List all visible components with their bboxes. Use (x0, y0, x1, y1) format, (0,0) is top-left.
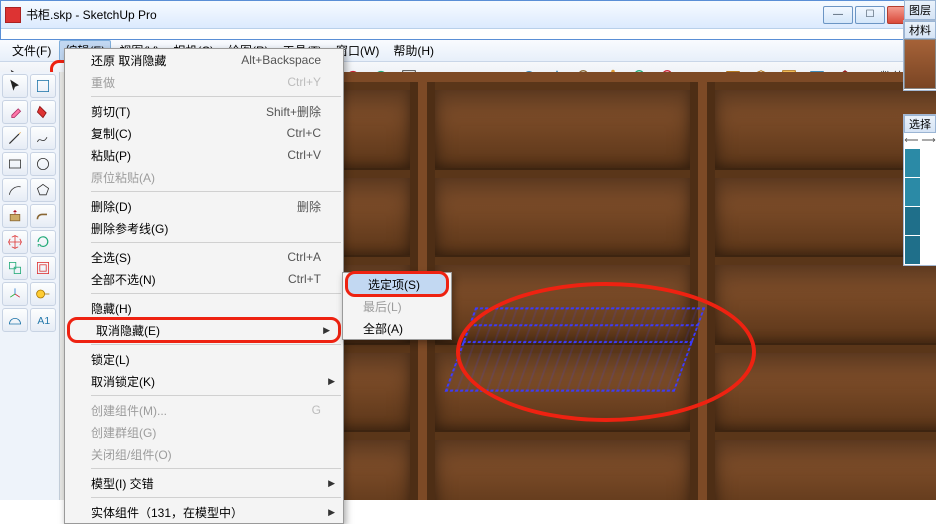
menu-copy[interactable]: 复制(C)Ctrl+C (65, 122, 343, 144)
menu-undo[interactable]: 还原 取消隐藏Alt+Backspace (65, 49, 343, 71)
pushpull-icon[interactable] (2, 204, 28, 228)
rect-icon[interactable] (2, 152, 28, 176)
annotation-ellipse (456, 282, 756, 422)
app-icon (5, 7, 21, 23)
dim-icon[interactable]: A1 (30, 308, 56, 332)
panel-materials[interactable]: 材料 (903, 20, 936, 91)
menu-delete-guides[interactable]: 删除参考线(G) (65, 217, 343, 239)
move-icon[interactable] (2, 230, 28, 254)
menu-make-component[interactable]: 创建组件(M)...G (65, 399, 343, 421)
maximize-button[interactable]: ☐ (855, 6, 885, 24)
freehand-icon[interactable] (30, 126, 56, 150)
arc-icon[interactable] (2, 178, 28, 202)
menu-lock[interactable]: 锁定(L) (65, 348, 343, 370)
edit-menu-dropdown: 还原 取消隐藏Alt+Backspace 重做Ctrl+Y 剪切(T)Shift… (64, 48, 344, 524)
panel-materials-title: 材料 (904, 21, 936, 39)
menu-select-all[interactable]: 全选(S)Ctrl+A (65, 246, 343, 268)
menu-select-none[interactable]: 全部不选(N)Ctrl+T (65, 268, 343, 290)
minimize-button[interactable]: — (823, 6, 853, 24)
followme-icon[interactable] (30, 204, 56, 228)
select-icon[interactable] (2, 74, 28, 98)
panel-select-title: 选择 (904, 115, 936, 133)
component-icon[interactable] (30, 74, 56, 98)
menu-hide[interactable]: 隐藏(H) (65, 297, 343, 319)
menu-make-group[interactable]: 创建群组(G) (65, 421, 343, 443)
panel-layers[interactable]: 图层 (904, 0, 936, 20)
menu-redo[interactable]: 重做Ctrl+Y (65, 71, 343, 93)
protractor-icon[interactable] (2, 308, 28, 332)
menu-close-group[interactable]: 关闭组/组件(O) (65, 443, 343, 465)
submenu-all[interactable]: 全部(A) (343, 317, 451, 339)
circle-icon[interactable] (30, 152, 56, 176)
menu-intersect[interactable]: 模型(I) 交错 (65, 472, 343, 494)
svg-text:A1: A1 (37, 316, 50, 327)
submenu-selected[interactable]: 选定项(S) (345, 271, 449, 297)
left-toolbox: A1 (0, 72, 60, 500)
window-title: 书柜.skp - SketchUp Pro (26, 6, 823, 23)
titlebar: 书柜.skp - SketchUp Pro — ☐ ✕ (1, 1, 935, 29)
menu-cut[interactable]: 剪切(T)Shift+删除 (65, 100, 343, 122)
eraser-icon[interactable] (2, 100, 28, 124)
menu-help[interactable]: 帮助(H) (387, 40, 440, 61)
submenu-last[interactable]: 最后(L) (343, 295, 451, 317)
menu-unlock[interactable]: 取消锁定(K) (65, 370, 343, 392)
offset-icon[interactable] (30, 256, 56, 280)
menu-unhide[interactable]: 取消隐藏(E) (67, 317, 341, 343)
menu-paste-in-place[interactable]: 原位粘贴(A) (65, 166, 343, 188)
unhide-submenu: 选定项(S) 最后(L) 全部(A) (342, 272, 452, 340)
scale-icon[interactable] (2, 256, 28, 280)
axes-icon[interactable] (2, 282, 28, 306)
line-icon[interactable] (2, 126, 28, 150)
polygon-icon[interactable] (30, 178, 56, 202)
rotate-icon[interactable] (30, 230, 56, 254)
menu-paste[interactable]: 粘贴(P)Ctrl+V (65, 144, 343, 166)
menu-entity[interactable]: 实体组件（131，在模型中） (65, 501, 343, 523)
paint-icon[interactable] (30, 100, 56, 124)
menu-file[interactable]: 文件(F) (6, 40, 57, 61)
menu-delete[interactable]: 删除(D)删除 (65, 195, 343, 217)
tape-icon[interactable] (30, 282, 56, 306)
